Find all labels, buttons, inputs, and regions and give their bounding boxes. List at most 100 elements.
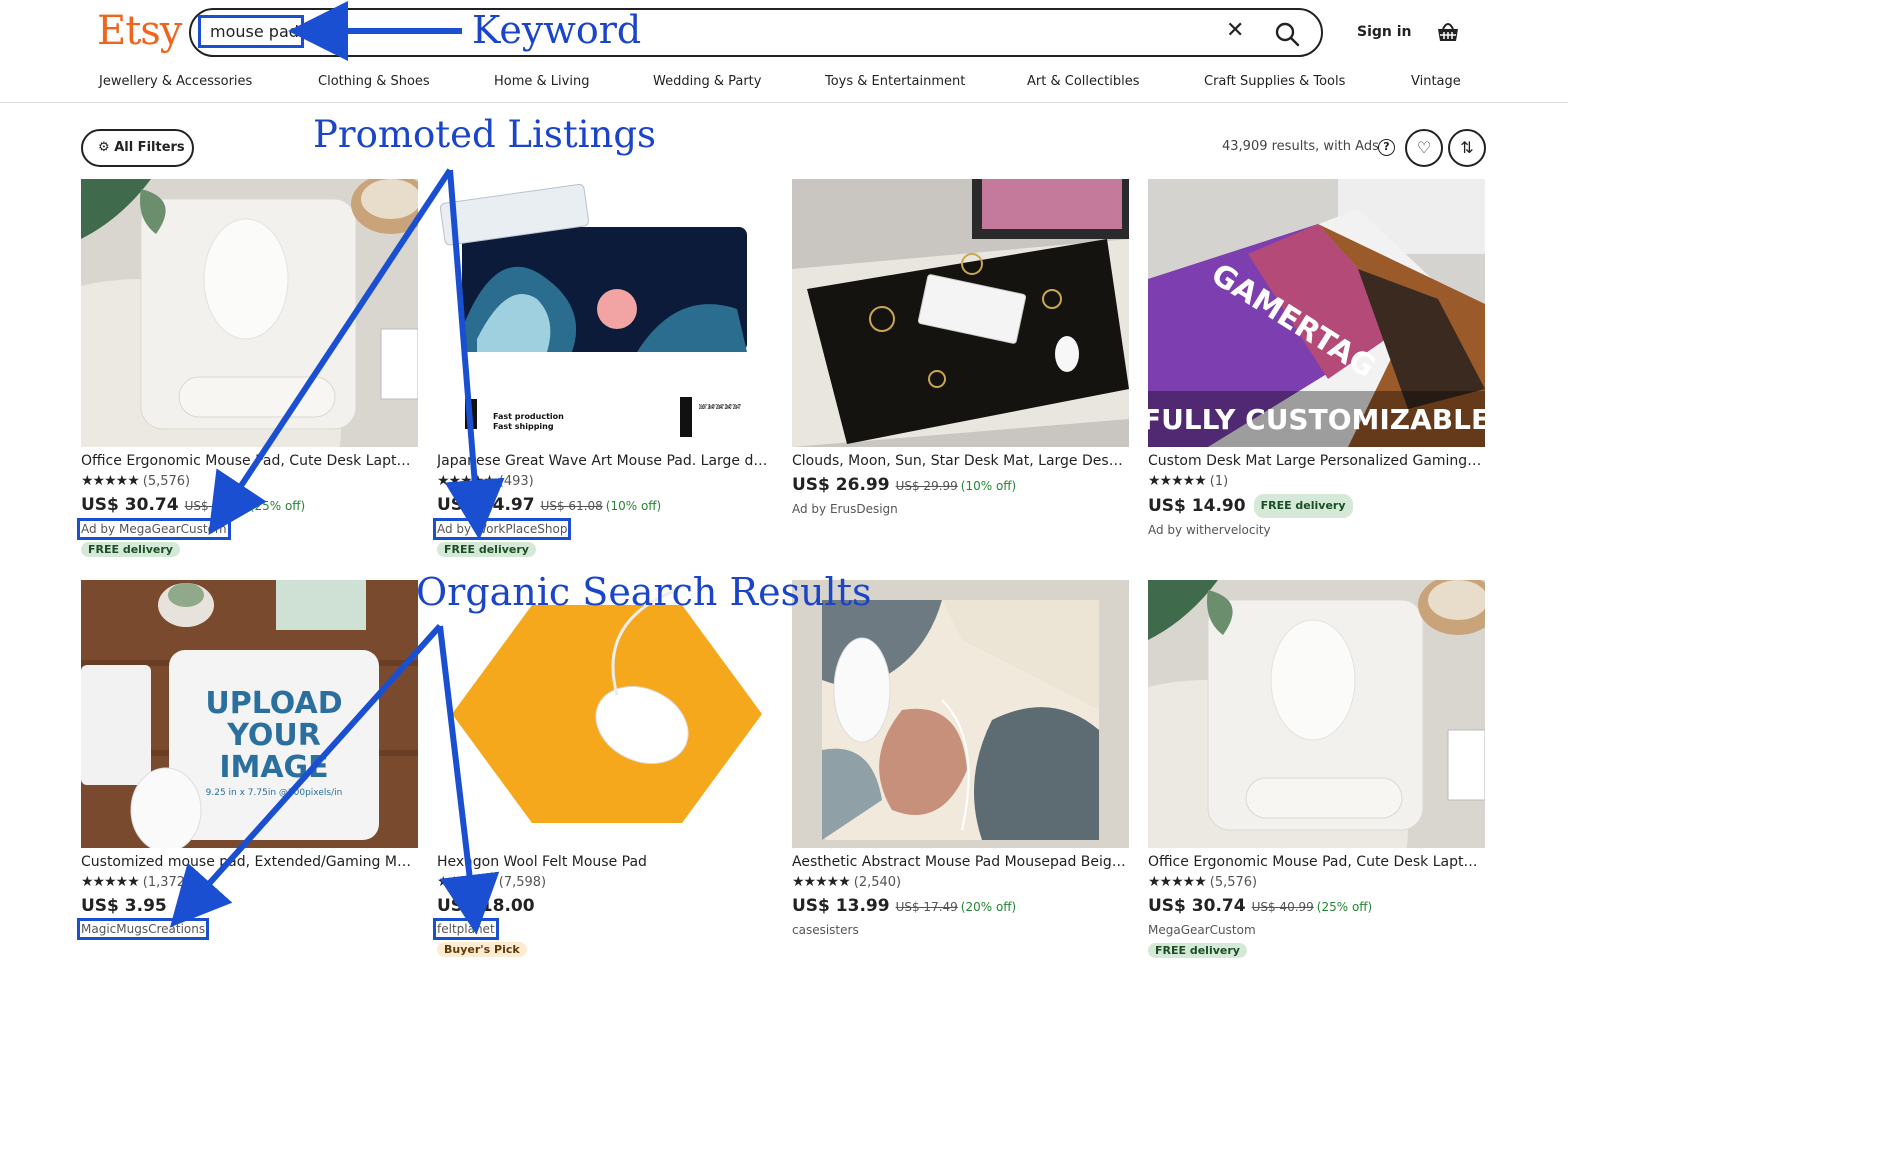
original-price: US$ 40.99: [184, 499, 247, 513]
star-rating-icon: ★★★★★: [437, 473, 496, 489]
listing-price: US$ 13.99: [792, 896, 890, 916]
category-vintage[interactable]: Vintage: [1411, 74, 1461, 89]
listing-card[interactable]: UPLOAD YOUR IMAGE 9.25 in x 7.75in @300p…: [76, 580, 418, 940]
listing-title[interactable]: Japanese Great Wave Art Mouse Pad. Large…: [437, 452, 774, 470]
listing-image[interactable]: [792, 580, 1129, 848]
listing-price: US$ 3.95: [81, 896, 167, 916]
category-clothing[interactable]: Clothing & Shoes: [318, 74, 430, 89]
filter-icon: ⚙︎: [98, 140, 115, 155]
sign-in-link[interactable]: Sign in: [1357, 24, 1412, 40]
listing-price: US$ 30.74: [1148, 896, 1246, 916]
free-delivery-badge: FREE delivery: [437, 542, 536, 557]
listing-price-row: US$ 30.74 US$ 40.99 (25% off): [81, 494, 418, 517]
listing-title[interactable]: Hexagon Wool Felt Mouse Pad: [437, 853, 774, 871]
listing-rating: ★★★★★ (2,540): [792, 874, 1129, 891]
listing-title[interactable]: Customized mouse pad, Extended/Gaming Mo…: [81, 853, 418, 871]
shop-name[interactable]: casesisters: [792, 921, 1129, 939]
listing-price-row: US$ 18.00: [437, 895, 774, 917]
fast-shipping-text: Fast shipping: [493, 422, 554, 431]
category-jewellery[interactable]: Jewellery & Accessories: [99, 74, 252, 89]
listing-card[interactable]: Hexagon Wool Felt Mouse Pad ★★★★★ (7,598)…: [433, 580, 774, 957]
help-icon[interactable]: ?: [1378, 139, 1395, 156]
ad-seller-label[interactable]: Ad by MegaGearCustom: [77, 518, 231, 540]
ad-seller-label[interactable]: Ad by withervelocity: [1148, 521, 1485, 539]
category-home[interactable]: Home & Living: [494, 74, 589, 89]
all-filters-button[interactable]: ⚙︎ All Filters: [81, 129, 194, 167]
listing-rating: ★★★★★ (1): [1148, 473, 1485, 490]
star-rating-icon: ★★★★★: [81, 473, 140, 489]
organic-results-annotation: Organic Search Results: [416, 570, 872, 614]
listing-title[interactable]: Aesthetic Abstract Mouse Pad Mousepad Be…: [792, 853, 1129, 871]
discount: (10% off): [605, 499, 662, 513]
ad-seller-label[interactable]: Ad by WorkPlaceShop: [432, 518, 572, 540]
listing-image[interactable]: UPLOAD YOUR IMAGE 9.25 in x 7.75in @300p…: [81, 580, 418, 848]
shop-name[interactable]: MagicMugsCreations: [76, 918, 210, 940]
category-craft[interactable]: Craft Supplies & Tools: [1204, 74, 1345, 89]
listing-title[interactable]: Custom Desk Mat Large Personalized Gamin…: [1148, 452, 1485, 470]
review-count: (2,540): [853, 875, 902, 890]
etsy-logo[interactable]: Etsy: [97, 8, 182, 54]
ad-seller-label[interactable]: Ad by ErusDesign: [792, 500, 1129, 518]
clear-search-icon[interactable]: ✕: [1226, 18, 1244, 43]
category-toys[interactable]: Toys & Entertainment: [825, 74, 965, 89]
upload-text-3: IMAGE: [219, 750, 328, 785]
category-art[interactable]: Art & Collectibles: [1027, 74, 1139, 89]
listing-card[interactable]: FULLY CUSTOMIZABLE GAMERTAG Custom Desk …: [1148, 179, 1485, 539]
listing-card[interactable]: Office Ergonomic Mouse Pad, Cute Desk La…: [1148, 580, 1485, 958]
review-count: (7,598): [498, 875, 547, 890]
fast-production-text: Fast production: [493, 412, 564, 421]
free-delivery-badge: FREE delivery: [81, 542, 180, 557]
listing-price-row: US$ 14.90 FREE delivery: [1148, 494, 1485, 518]
listing-title[interactable]: Office Ergonomic Mouse Pad, Cute Desk La…: [1148, 853, 1485, 871]
listing-image[interactable]: [1148, 580, 1485, 848]
results-count: 43,909 results, with Ads: [1222, 139, 1379, 154]
listing-rating: ★★★★★ (5,576): [81, 473, 418, 490]
listing-rating: ★★★★★ (1,372): [81, 874, 418, 891]
category-nav: Jewellery & Accessories Clothing & Shoes…: [0, 66, 1568, 103]
listing-price: US$ 18.00: [437, 896, 535, 916]
search-icon[interactable]: [1273, 20, 1301, 48]
star-rating-icon: ★★★★★: [1148, 874, 1207, 890]
star-rating-icon: ★★★★★: [792, 874, 851, 890]
discount: (10% off): [960, 479, 1017, 493]
star-rating-icon: ★★★★★: [81, 874, 140, 890]
star-rating-icon: ★★★★★: [437, 874, 496, 890]
listing-title[interactable]: Clouds, Moon, Sun, Star Desk Mat, Large …: [792, 452, 1129, 470]
keyword-annotation: Keyword: [472, 8, 642, 52]
original-price: US$ 29.99: [895, 479, 958, 493]
listing-image[interactable]: [437, 580, 774, 848]
shop-name[interactable]: MegaGearCustom: [1148, 921, 1485, 939]
star-rating-icon: ★★★★★: [1148, 473, 1207, 489]
listing-image[interactable]: Fast production Fast shipping 16x36" 16x…: [437, 179, 774, 447]
listing-card[interactable]: Aesthetic Abstract Mouse Pad Mousepad Be…: [792, 580, 1129, 939]
review-count: (493): [498, 474, 534, 489]
review-count: (1,372): [142, 875, 191, 890]
listing-price-row: US$ 30.74 US$ 40.99 (25% off): [1148, 895, 1485, 918]
listing-rating: ★★★★★ (493): [437, 473, 774, 490]
listing-image[interactable]: [792, 179, 1129, 447]
review-count: (5,576): [142, 474, 191, 489]
listing-price: US$ 26.99: [792, 475, 890, 495]
search-bar[interactable]: mouse pad ✕: [189, 8, 1323, 57]
category-wedding[interactable]: Wedding & Party: [653, 74, 761, 89]
original-price: US$ 17.49: [895, 900, 958, 914]
listing-title[interactable]: Office Ergonomic Mouse Pad, Cute Desk La…: [81, 452, 418, 470]
listing-card[interactable]: Clouds, Moon, Sun, Star Desk Mat, Large …: [792, 179, 1129, 518]
basket-icon[interactable]: [1435, 19, 1461, 45]
sort-button[interactable]: ⇅: [1448, 129, 1486, 167]
favorite-search-button[interactable]: ♡: [1405, 129, 1443, 167]
listing-price-row: US$ 3.95: [81, 895, 418, 917]
discount: (25% off): [1316, 900, 1373, 914]
listing-image[interactable]: [81, 179, 418, 447]
listing-image[interactable]: FULLY CUSTOMIZABLE GAMERTAG: [1148, 179, 1485, 447]
sort-icon: ⇅: [1460, 138, 1474, 157]
review-count: (5,576): [1209, 875, 1258, 890]
free-delivery-badge: FREE delivery: [1253, 494, 1353, 518]
original-price: US$ 61.08: [540, 499, 603, 513]
listing-card[interactable]: Fast production Fast shipping 16x36" 16x…: [432, 179, 774, 557]
listing-rating: ★★★★★ (5,576): [1148, 874, 1485, 891]
listing-card[interactable]: Office Ergonomic Mouse Pad, Cute Desk La…: [77, 179, 418, 557]
listing-price-row: US$ 26.99 US$ 29.99 (10% off): [792, 474, 1129, 497]
shop-name[interactable]: feltplanet: [433, 918, 499, 940]
promoted-listings-annotation: Promoted Listings: [313, 113, 657, 156]
